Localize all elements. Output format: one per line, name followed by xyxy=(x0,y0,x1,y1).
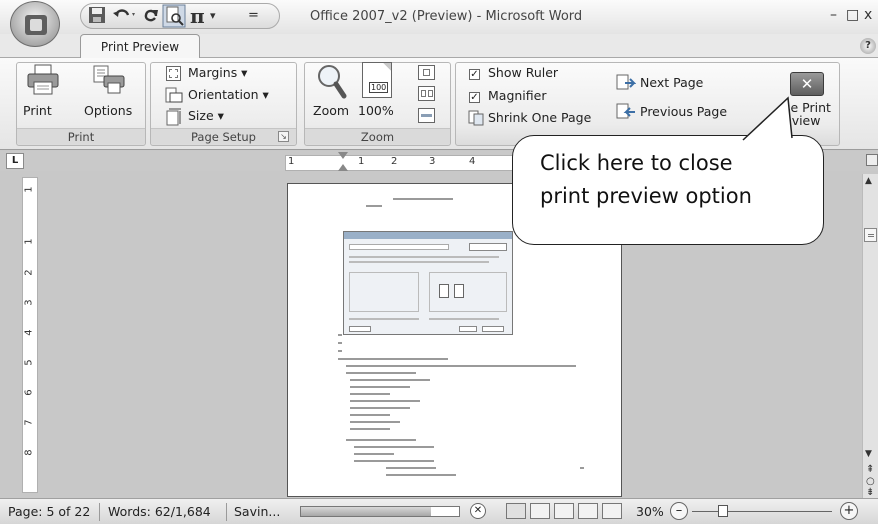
ruler-number: 6 xyxy=(23,389,35,396)
minimize-button[interactable]: – xyxy=(830,7,837,23)
ruler-number: 8 xyxy=(23,449,35,456)
print-options-button[interactable]: Options xyxy=(84,103,132,118)
zoom-slider-thumb[interactable] xyxy=(718,505,728,517)
vertical-ruler[interactable]: 1 1 2 3 4 5 6 7 8 xyxy=(22,177,38,493)
next-page-icon xyxy=(616,74,637,96)
word-count[interactable]: Words: 62/1,684 xyxy=(108,504,211,519)
shrink-one-page-icon xyxy=(468,110,484,130)
hanging-indent-icon[interactable] xyxy=(338,164,348,171)
ruler-number: 3 xyxy=(429,156,436,167)
print-options-icon[interactable] xyxy=(92,64,126,100)
group-label-zoom: Zoom xyxy=(305,128,450,144)
web-layout-view-icon[interactable] xyxy=(554,503,574,519)
two-pages-icon[interactable] xyxy=(418,86,435,101)
size-button[interactable]: Size ▾ xyxy=(188,108,224,123)
magnifier-label: Magnifier xyxy=(488,88,547,103)
one-hundred-percent-icon[interactable]: 100 xyxy=(362,62,392,98)
office-button[interactable] xyxy=(10,1,60,47)
zoom-level[interactable]: 30% xyxy=(636,504,664,519)
help-icon[interactable]: ? xyxy=(860,38,876,54)
size-icon xyxy=(166,108,182,130)
first-line-indent-icon[interactable] xyxy=(338,152,348,159)
customize-qat-button[interactable]: = xyxy=(248,6,259,26)
page-count[interactable]: Page: 5 of 22 xyxy=(8,504,90,519)
show-ruler-label: Show Ruler xyxy=(488,65,559,80)
orientation-icon xyxy=(165,87,183,107)
page-setup-dialog-launcher-icon[interactable]: ↘ xyxy=(278,131,289,142)
shrink-one-page-button[interactable]: Shrink One Page xyxy=(488,110,591,125)
ruler-number: 1 xyxy=(358,156,365,167)
scroll-up-icon[interactable]: ▲ xyxy=(865,176,872,186)
one-page-icon[interactable] xyxy=(418,65,435,80)
ruler-number: 7 xyxy=(23,419,35,426)
show-ruler-checkbox[interactable]: ✓ xyxy=(469,69,480,80)
page-zoom-number: 100 xyxy=(369,82,389,93)
callout-line-1: Click here to close xyxy=(540,151,733,175)
ruler-number: 2 xyxy=(391,156,398,167)
status-separator xyxy=(99,503,100,521)
print-preview-icon[interactable] xyxy=(162,4,186,28)
save-progress-bar xyxy=(300,506,460,517)
ruler-number: 5 xyxy=(23,359,35,366)
undo-icon[interactable] xyxy=(112,6,138,26)
redo-icon[interactable] xyxy=(142,6,160,26)
saving-status: Savin... xyxy=(234,504,281,519)
status-separator xyxy=(226,503,227,521)
next-page-button[interactable]: Next Page xyxy=(640,75,703,90)
margins-icon xyxy=(166,66,181,81)
dropdown-arrow-icon[interactable]: ▾ xyxy=(210,6,216,26)
ruler-number: 1 xyxy=(23,186,35,193)
zoom-button[interactable]: Zoom xyxy=(313,103,349,118)
ruler-number: 4 xyxy=(23,329,35,336)
print-button[interactable]: Print xyxy=(23,103,52,118)
ruler-number: 4 xyxy=(469,156,476,167)
zoom-out-button[interactable]: – xyxy=(670,502,688,520)
group-label-page-setup-text: Page Setup xyxy=(191,130,256,144)
save-progress-fill xyxy=(301,507,431,516)
zoom-100-button[interactable]: 100% xyxy=(358,103,394,118)
group-label-page-setup: Page Setup xyxy=(151,128,296,144)
previous-page-nav-icon[interactable]: ⇞ xyxy=(866,464,874,475)
outline-view-icon[interactable] xyxy=(578,503,598,519)
draft-view-icon[interactable] xyxy=(602,503,622,519)
ruler-number: 2 xyxy=(23,269,35,276)
ruler-number: 1 xyxy=(288,156,295,167)
window-title: Office 2007_v2 (Preview) - Microsoft Wor… xyxy=(310,9,583,24)
office-logo-icon xyxy=(25,15,47,35)
orientation-button[interactable]: Orientation ▾ xyxy=(188,87,269,102)
vertical-scrollbar[interactable]: ▲ ▼ ⇞ ○ ⇟ xyxy=(862,154,878,498)
full-screen-reading-view-icon[interactable] xyxy=(530,503,550,519)
previous-page-button[interactable]: Previous Page xyxy=(640,104,727,119)
select-browse-object-icon[interactable]: ○ xyxy=(866,476,875,487)
magnifying-glass-icon[interactable] xyxy=(315,63,347,105)
tab-selector[interactable]: L xyxy=(6,153,24,169)
save-icon[interactable] xyxy=(88,6,106,26)
next-page-nav-icon[interactable]: ⇟ xyxy=(866,487,874,498)
group-label-print: Print xyxy=(17,128,145,144)
status-bar: Page: 5 of 22 Words: 62/1,684 Savin... ✕… xyxy=(0,498,878,524)
magnifier-checkbox[interactable]: ✓ xyxy=(469,92,480,103)
maximize-button[interactable]: □ xyxy=(846,7,859,23)
tab-print-preview[interactable]: Print Preview xyxy=(80,34,200,59)
callout-line-2: print preview option xyxy=(540,184,752,208)
view-ruler-icon[interactable] xyxy=(866,154,878,166)
zoom-slider-track[interactable] xyxy=(692,511,832,512)
printer-icon[interactable] xyxy=(26,64,60,100)
print-dialog-thumbnail xyxy=(343,231,513,335)
callout-pointer xyxy=(742,96,793,144)
previous-page-icon xyxy=(616,103,636,125)
margins-button[interactable]: Margins ▾ xyxy=(188,65,247,80)
equation-button[interactable]: π xyxy=(190,6,205,26)
ruler-number: 3 xyxy=(23,299,35,306)
close-window-button[interactable]: x xyxy=(864,7,872,23)
print-layout-view-icon[interactable] xyxy=(506,503,526,519)
callout-text: Click here to close print preview option xyxy=(540,147,820,213)
scrollbar-thumb[interactable] xyxy=(864,228,877,242)
page-width-icon[interactable] xyxy=(418,108,435,123)
cancel-save-icon[interactable]: ✕ xyxy=(470,503,486,519)
scroll-down-icon[interactable]: ▼ xyxy=(865,449,872,459)
ruler-number: 1 xyxy=(23,238,35,245)
zoom-in-button[interactable]: + xyxy=(840,502,858,520)
